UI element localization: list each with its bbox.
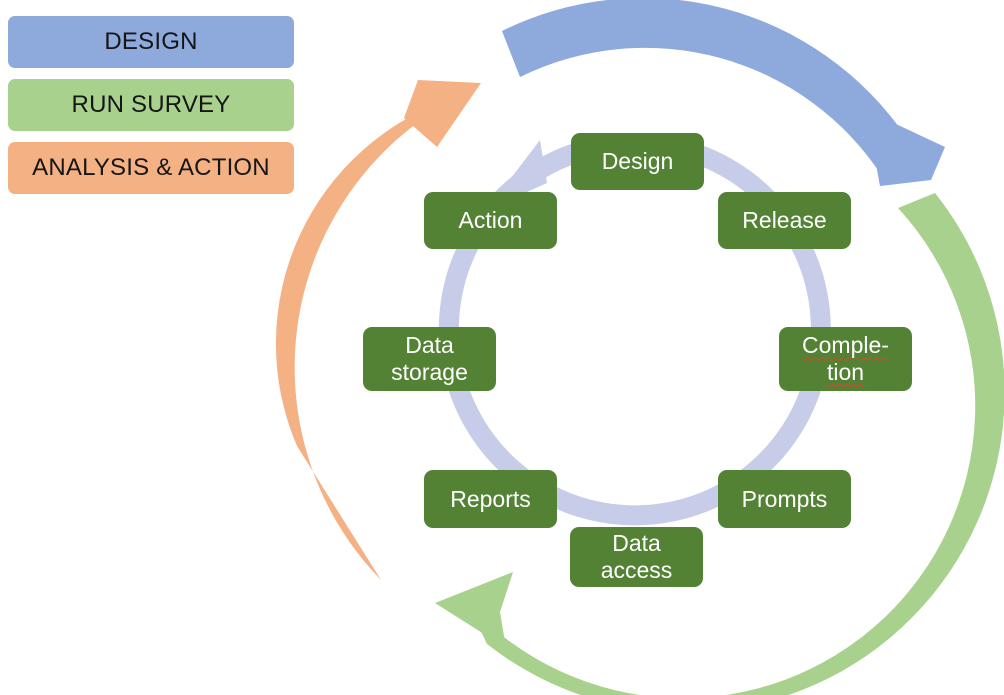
cycle-node-label: Design [601,148,674,175]
cycle-node-data-access[interactable]: Data access [570,527,703,587]
cycle-node-data-storage[interactable]: Data storage [363,327,496,391]
cycle-node-label: Release [742,207,827,234]
cycle-node-label: Reports [450,485,531,512]
cycle-node-label: Prompts [741,485,828,512]
cycle-node-label: Data storage [391,332,468,385]
diagram-canvas: DESIGN RUN SURVEY ANALYSIS & ACTION Desi… [0,0,1004,695]
cycle-node-label: Data access [600,530,673,583]
cycle-node-completion[interactable]: Comple- tion [779,327,912,391]
cycle-node-release[interactable]: Release [718,192,851,249]
cycle-node-design[interactable]: Design [571,133,704,190]
cycle-node-reports[interactable]: Reports [424,470,557,528]
cycle-node-label: Action [458,207,523,234]
cycle-node-action[interactable]: Action [424,192,557,249]
cycle-node-prompts[interactable]: Prompts [718,470,851,528]
cycle-node-label: Comple- tion [802,332,889,385]
run-survey-green-arc [435,193,1004,695]
